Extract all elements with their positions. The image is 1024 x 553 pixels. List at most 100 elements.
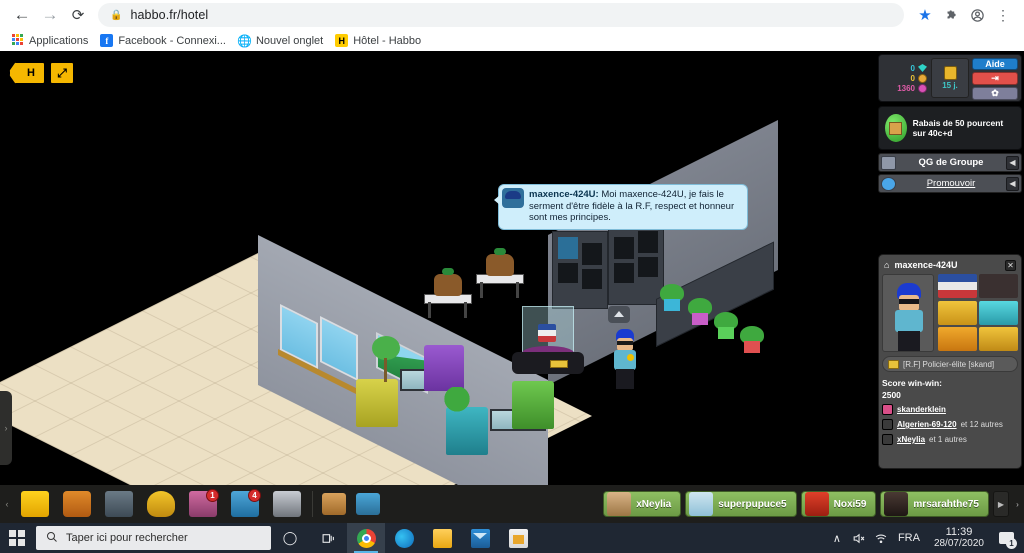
toolbar-collapse-icon[interactable]: ‹ xyxy=(0,486,14,522)
taskbar-app-file-explorer[interactable] xyxy=(423,523,461,553)
reload-icon[interactable]: ⟳ xyxy=(64,1,92,29)
avatar-icon[interactable]: 4 xyxy=(224,485,266,523)
relationship-row[interactable]: skanderklein xyxy=(882,404,1018,415)
close-icon[interactable]: ✕ xyxy=(1005,259,1016,271)
taskbar-app-microsoft-store[interactable] xyxy=(499,523,537,553)
friend-chip[interactable]: xNeylia xyxy=(603,491,682,517)
armchair-green[interactable] xyxy=(512,381,554,429)
help-button[interactable]: Aide xyxy=(972,58,1018,70)
friend-chip[interactable]: mrsarahthe75 xyxy=(880,491,989,517)
profile-motto[interactable]: [R.F] Policier-élite [skand] xyxy=(882,356,1018,372)
search-input[interactable]: Taper ici pour rechercher xyxy=(36,526,271,550)
task-view-icon[interactable] xyxy=(309,523,347,553)
cortana-icon[interactable]: ◯ xyxy=(271,523,309,553)
forward-icon[interactable]: → xyxy=(36,1,64,29)
sidebar-item-group-hq[interactable]: QG de Groupe ◀ xyxy=(878,153,1022,172)
address-bar[interactable]: 🔒 habbo.fr/hotel xyxy=(98,3,904,27)
bookmark-hotel-habbo[interactable]: H Hôtel - Habbo xyxy=(331,33,429,48)
notifications-icon[interactable]: 1 xyxy=(992,523,1020,553)
bookmark-nouvel-onglet[interactable]: 🌐 Nouvel onglet xyxy=(234,33,331,48)
volume-muted-icon[interactable] xyxy=(848,523,870,553)
plant-1[interactable] xyxy=(660,284,684,311)
avatar-speech-indicator[interactable] xyxy=(608,306,630,323)
flame-shield-badge[interactable] xyxy=(979,274,1018,298)
bookmark-applications[interactable]: Applications xyxy=(7,33,96,48)
reindeer-pet[interactable] xyxy=(486,254,514,276)
daily-reward-button[interactable]: 15 j. xyxy=(931,58,969,98)
room-hud-buttons: H ⤢ xyxy=(8,61,75,85)
address-bar-url: habbo.fr/hotel xyxy=(130,8,209,22)
user-profile-card[interactable]: ⌂ maxence-424U ✕ [R.F] Policier-élite [s… xyxy=(878,254,1022,469)
armchair-yellow[interactable] xyxy=(356,379,398,427)
credits-row[interactable]: 1360 xyxy=(897,83,927,93)
gold-chest-badge[interactable] xyxy=(938,300,977,325)
orange-crown-badge[interactable] xyxy=(938,327,977,352)
left-panel-toggle[interactable]: › xyxy=(0,391,12,465)
chat-bubble[interactable]: maxence-424U: Moi maxence-424U, je fais … xyxy=(494,184,748,230)
fullscreen-button[interactable]: ⤢ xyxy=(49,61,75,85)
relationship-name[interactable]: skanderklein xyxy=(897,405,946,414)
player-avatar-maxence[interactable] xyxy=(612,329,638,391)
network-icon[interactable] xyxy=(870,523,892,553)
chevron-left-icon[interactable]: ◀ xyxy=(1006,176,1019,191)
plant-4[interactable] xyxy=(740,326,764,353)
taskbar-app-mail[interactable] xyxy=(461,523,499,553)
chevron-left-icon[interactable]: ◀ xyxy=(1006,155,1019,170)
diamonds-row[interactable]: 0 xyxy=(911,64,927,73)
chrome-menu-icon[interactable]: ⋮ xyxy=(990,2,1016,28)
cyan-tools-badge[interactable] xyxy=(979,300,1018,325)
plant-3[interactable] xyxy=(714,312,738,339)
medal-france-badge[interactable] xyxy=(938,274,977,298)
camera-icon[interactable] xyxy=(266,485,308,523)
friends-next-icon[interactable]: ▶ xyxy=(993,491,1009,517)
armchair-purple[interactable] xyxy=(424,345,464,391)
relationship-row[interactable]: xNeylia et 1 autres xyxy=(882,434,1018,445)
logout-button[interactable]: ⇥ xyxy=(972,72,1018,85)
clock[interactable]: 11:39 28/07/2020 xyxy=(926,526,992,550)
bookmark-star-icon[interactable]: ★ xyxy=(912,2,938,28)
reindeer-hat xyxy=(442,268,454,275)
room-menu-button[interactable]: H xyxy=(8,61,46,85)
browser-nav-bar: ← → ⟳ 🔒 habbo.fr/hotel ★ ⋮ xyxy=(0,0,1024,30)
bonsai-plant[interactable] xyxy=(440,387,474,421)
helmet-quests-icon[interactable] xyxy=(140,485,182,523)
duckets-row[interactable]: 0 xyxy=(911,73,927,83)
language-indicator[interactable]: FRA xyxy=(892,532,926,544)
friend-chip[interactable]: superpupuce5 xyxy=(685,491,797,517)
shop-icon[interactable] xyxy=(98,485,140,523)
start-button[interactable] xyxy=(0,523,34,553)
room-scene[interactable] xyxy=(0,51,1024,485)
groups-icon[interactable] xyxy=(317,485,351,523)
profile-avatar-icon[interactable] xyxy=(964,2,990,28)
friends-more-icon[interactable]: › xyxy=(1013,491,1022,517)
rooms-icon[interactable] xyxy=(56,485,98,523)
relationship-name[interactable]: xNeylia xyxy=(897,435,925,444)
clock-date: 28/07/2020 xyxy=(933,538,984,549)
avatar-glasses xyxy=(899,299,919,304)
relationship-name[interactable]: Algerien-69-120 xyxy=(897,420,957,429)
habbo-game-viewport[interactable]: maxence-424U: Moi maxence-424U, je fais … xyxy=(0,51,1024,485)
taskbar-app-edge[interactable] xyxy=(385,523,423,553)
trophy-display-case[interactable] xyxy=(508,306,586,376)
promotion-panel[interactable]: Rabais de 50 pourcent sur 40c+d xyxy=(878,106,1022,150)
home-icon[interactable]: ⌂ xyxy=(884,260,889,270)
browser-chrome: ← → ⟳ 🔒 habbo.fr/hotel ★ ⋮ Applications … xyxy=(0,0,1024,51)
habbo-home-icon[interactable] xyxy=(14,485,56,523)
friend-chip[interactable]: Noxi59 xyxy=(800,491,877,517)
plant-2[interactable] xyxy=(688,298,712,325)
settings-gear-icon[interactable]: ✿ xyxy=(972,87,1018,100)
reindeer-table-1[interactable] xyxy=(424,266,472,318)
back-icon[interactable]: ← xyxy=(8,1,36,29)
find-friends-icon[interactable] xyxy=(351,485,385,523)
inventory-icon[interactable]: 1 xyxy=(182,485,224,523)
chevron-up-icon[interactable]: ∧ xyxy=(826,523,848,553)
topiary-tree[interactable] xyxy=(372,336,400,382)
bookmark-facebook[interactable]: f Facebook - Connexi... xyxy=(96,33,234,48)
sidebar-item-promote[interactable]: Promouvoir ◀ xyxy=(878,174,1022,193)
relationship-row[interactable]: Algerien-69-120 et 12 autres xyxy=(882,419,1018,430)
reindeer-pet[interactable] xyxy=(434,274,462,296)
reindeer-table-2[interactable] xyxy=(476,246,524,298)
taskbar-app-chrome[interactable] xyxy=(347,523,385,553)
extensions-icon[interactable] xyxy=(938,2,964,28)
gold-crown-badge[interactable] xyxy=(979,327,1018,352)
